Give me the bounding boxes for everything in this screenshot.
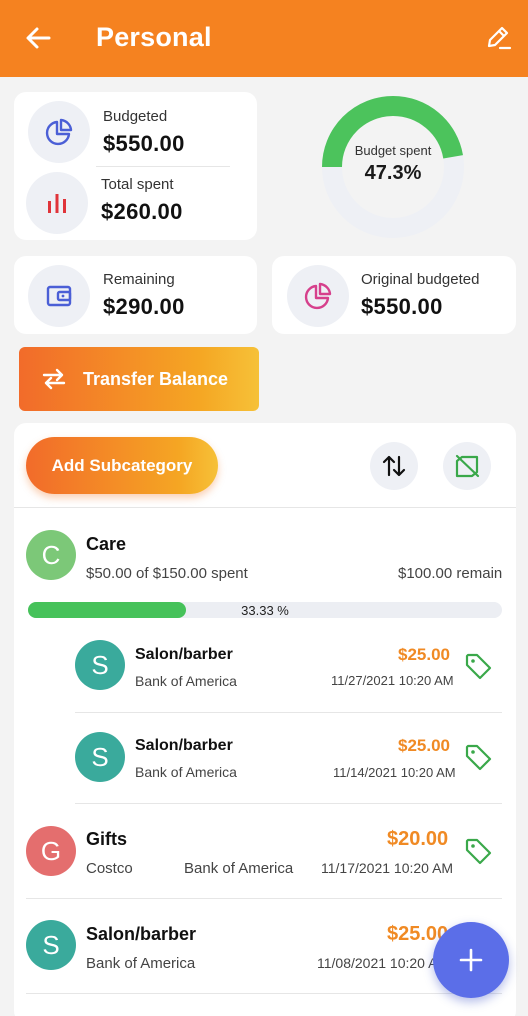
tag-button[interactable] [462,835,494,867]
row-divider [26,898,502,899]
transaction-date: 11/08/2021 10:20 AM [317,955,450,971]
transaction-name[interactable]: Salon/barber [135,646,233,664]
tag-icon [465,744,492,771]
transaction-date: 11/27/2021 10:20 AM [331,673,454,688]
donut-text: Budget spent 47.3% [320,94,466,240]
row-divider [75,712,502,713]
transfer-balance-label: Transfer Balance [83,368,229,389]
original-budgeted-icon-circle [287,265,349,327]
budget-spent-donut: Budget spent 47.3% [320,94,466,240]
transaction-amount: $20.00 [387,828,449,850]
add-subcategory-button[interactable]: Add Subcategory [26,437,218,494]
bar-chart-icon [48,194,66,213]
transaction-date: 11/14/2021 10:20 AM [333,765,456,780]
arrow-left-icon [26,27,51,49]
transaction-payee: Costco [86,860,133,877]
original-budgeted-label: Original budgeted [361,271,480,288]
progress-text: 33.33 % [241,602,289,618]
category-progress-bar: 33.33 % [28,602,502,618]
transaction-avatar: S [75,732,125,782]
donut-label: Budget spent [354,143,432,158]
donut-percent: 47.3% [364,162,422,184]
category-spent-text: $50.00 of $150.00 spent [86,565,248,582]
transaction-amount: $25.00 [398,736,450,755]
transaction-name[interactable]: Salon/barber [86,924,196,945]
list-divider [14,507,516,508]
remaining-value: $290.00 [103,294,185,319]
edit-button[interactable] [482,22,514,54]
budgeted-value: $550.00 [103,131,185,156]
summary-divider [96,166,230,167]
total-spent-value: $260.00 [101,199,183,224]
remaining-label: Remaining [103,271,175,288]
row-divider [26,993,502,994]
transaction-account: Bank of America [135,673,237,689]
original-budgeted-value: $550.00 [361,294,443,319]
tag-button[interactable] [462,650,494,682]
pencil-icon [487,26,512,50]
pie-chart-icon [304,282,332,310]
transaction-avatar: S [26,920,76,970]
budgeted-icon-circle [28,101,90,163]
transaction-account: Bank of America [86,955,196,972]
sort-button[interactable] [370,442,418,490]
wallet-icon [46,285,72,307]
category-avatar: C [26,530,76,580]
category-remain-text: $100.00 remain [398,565,503,582]
back-button[interactable] [22,22,54,54]
tag-icon [465,838,492,865]
pie-chart-icon [45,118,73,146]
hide-tags-button[interactable] [443,442,491,490]
transaction-account: Bank of America [135,764,237,780]
app-bar: Personal [0,0,528,77]
category-name[interactable]: Care [86,534,126,555]
sort-icon [382,455,406,477]
transaction-date: 11/17/2021 10:20 AM [321,860,454,876]
total-spent-icon-circle [26,172,88,234]
transaction-avatar: G [26,826,76,876]
budgeted-label: Budgeted [103,108,168,125]
transfer-icon [39,368,69,390]
transfer-balance-button[interactable]: Transfer Balance [19,347,259,411]
transaction-avatar: S [75,640,125,690]
tag-button[interactable] [462,741,494,773]
total-spent-label: Total spent [101,176,174,193]
row-divider [75,803,502,804]
tag-icon [465,653,492,680]
plus-icon [459,948,483,972]
remaining-icon-circle [28,265,90,327]
transaction-amount: $25.00 [398,645,450,664]
transaction-name[interactable]: Salon/barber [135,737,233,755]
page-title: Personal [96,22,212,52]
transaction-name[interactable]: Gifts [86,829,127,850]
transaction-account: Bank of America [184,860,294,877]
tag-off-icon [455,454,480,478]
add-transaction-fab[interactable] [433,922,509,998]
